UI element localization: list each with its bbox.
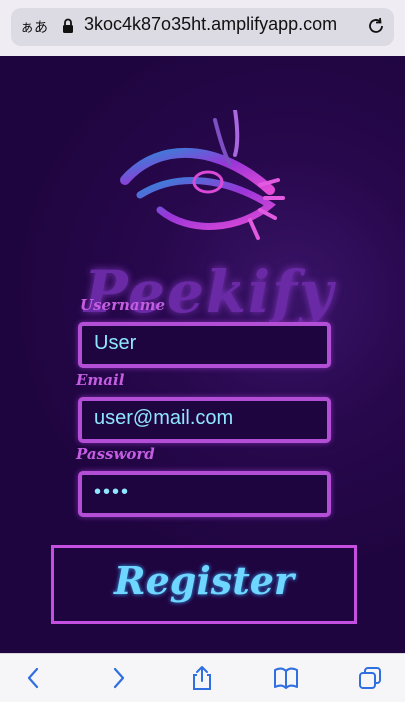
password-input[interactable]: •••• — [78, 471, 331, 517]
email-input[interactable]: user@mail.com — [78, 397, 331, 443]
browser-address-bar: ぁあ 3koc4k87o35ht.amplifyapp.com — [0, 0, 405, 56]
reload-icon[interactable] — [366, 16, 386, 36]
app-content: Peekify Username User Email user@mail.co… — [0, 56, 405, 653]
eye-logo-icon — [120, 110, 285, 240]
register-button[interactable]: Register — [51, 545, 357, 624]
lock-icon — [63, 18, 73, 33]
forward-icon[interactable] — [104, 664, 132, 692]
email-value: user@mail.com — [94, 407, 234, 429]
share-icon[interactable] — [188, 664, 216, 692]
back-icon[interactable] — [20, 664, 48, 692]
username-input[interactable]: User — [78, 322, 331, 368]
brand-title: Peekify — [84, 258, 335, 326]
text-size-button[interactable]: ぁあ — [20, 17, 48, 37]
tabs-icon[interactable] — [356, 664, 384, 692]
url-text[interactable]: 3koc4k87o35ht.amplifyapp.com — [84, 14, 337, 35]
password-value: •••• — [94, 481, 131, 503]
username-value: User — [94, 332, 137, 354]
bookmarks-icon[interactable] — [272, 664, 300, 692]
password-label: Password — [76, 445, 155, 463]
register-label: Register — [114, 558, 294, 603]
email-label: Email — [76, 371, 125, 389]
username-label: Username — [80, 296, 166, 314]
browser-toolbar — [0, 653, 405, 702]
